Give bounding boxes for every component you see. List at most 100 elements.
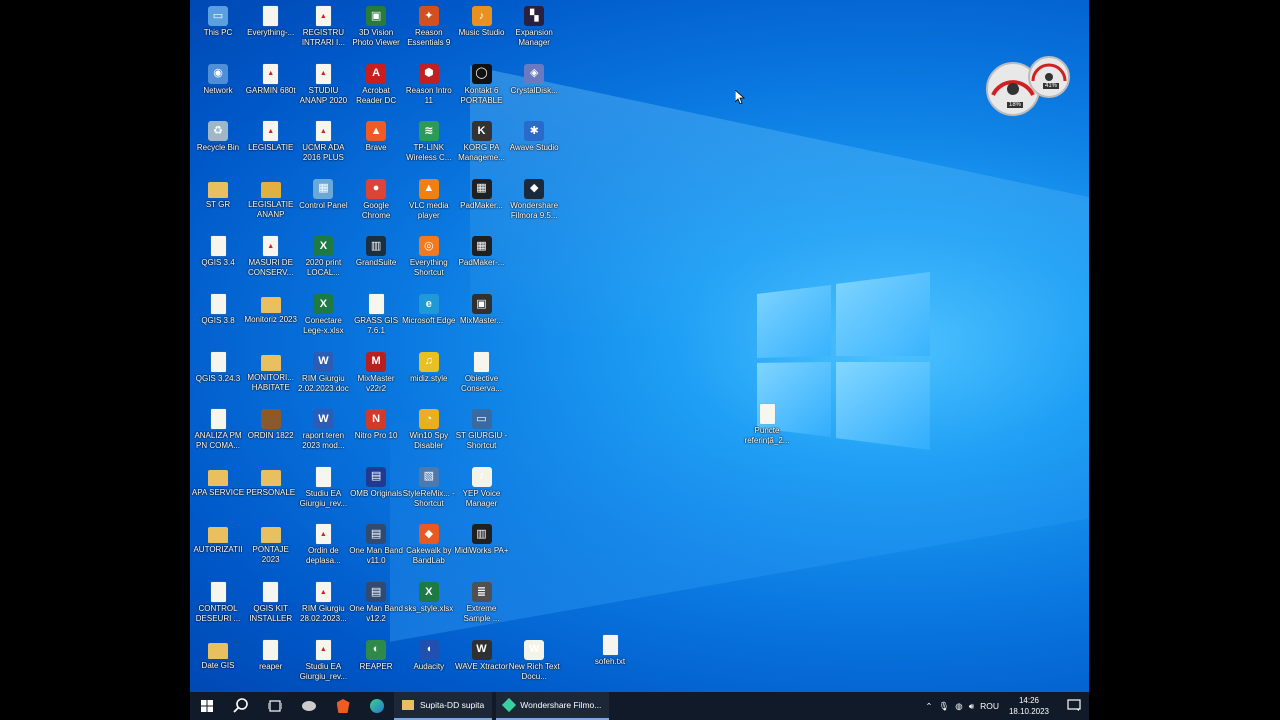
edge-taskbar-button[interactable]	[360, 692, 394, 720]
desktop-icon[interactable]: Wraport teren 2023 mod...	[295, 403, 351, 461]
desktop-icon[interactable]: ✱ Awave Studio	[506, 115, 562, 173]
desktop-icon[interactable]: ORDIN 1822	[243, 403, 299, 461]
desktop-icon[interactable]: ▲ REGISTRU INTRARI I...	[295, 0, 351, 58]
desktop-icon[interactable]: ▭ ST GIURGIU - Shortcut	[454, 403, 510, 461]
taskbar-app-explorer[interactable]: Supita-DD supita	[394, 692, 493, 720]
desktop-icon[interactable]: Xsks_style.xlsx	[401, 576, 457, 634]
desktop-icon[interactable]: Monitoriz 2023	[243, 288, 299, 346]
taskbar-app-filmora[interactable]: Wondershare Filmo...	[496, 692, 610, 720]
desktop-icon[interactable]: W WAVE Xtractor	[454, 634, 510, 692]
desktop-icon[interactable]: ◈ CrystalDisk...	[506, 58, 562, 116]
desktop-icon[interactable]: ▭ This PC	[190, 0, 246, 58]
volume-icon[interactable]: 🔊︎	[969, 701, 974, 712]
desktop-icon[interactable]: QGIS 3.24.3	[190, 346, 246, 404]
desktop-icon[interactable]: ▲ RIM Giurgiu 28.02.2023...	[295, 576, 351, 634]
desktop-icon[interactable]: CONTROL DESEURI ...	[190, 576, 246, 634]
desktop-icon[interactable]: ST GR	[190, 173, 246, 231]
desktop-icon[interactable]: N Nitro Pro 10	[348, 403, 404, 461]
desktop-icon[interactable]: Everything-...	[243, 0, 299, 58]
desktop-icon[interactable]: ▣ MixMaster...	[454, 288, 510, 346]
chevron-up-icon[interactable]: ⌃	[925, 701, 932, 712]
desktop-icon[interactable]: ≋ TP-LINK Wireless C...	[401, 115, 457, 173]
brave-taskbar-button[interactable]	[326, 692, 360, 720]
search-button[interactable]	[224, 692, 258, 720]
desktop-icon[interactable]: ▥ MidiWorks PA+	[454, 518, 510, 576]
desktop-icon[interactable]: M MixMaster v22r2	[348, 346, 404, 404]
desktop-icon[interactable]: X 2020 print LOCAL...	[295, 230, 351, 288]
desktop-icon[interactable]: QGIS KIT INSTALLER	[243, 576, 299, 634]
desktop-icon[interactable]: ◔ Win10 Spy Disabler	[401, 403, 457, 461]
desktop-icon-label: Recycle Bin	[196, 143, 240, 153]
desktop-icon[interactable]: ● Google Chrome	[348, 173, 404, 231]
desktop-icon[interactable]: APA SERVICE	[190, 461, 246, 519]
desktop-icon[interactable]: ▦ PadMaker-...	[454, 230, 510, 288]
cpu-meter-gadget[interactable]: 18% 41%	[985, 55, 1075, 117]
desktop-icon[interactable]: ◯ Kontakt 6 PORTABLE	[454, 58, 510, 116]
desktop-icon[interactable]: ▦ PadMaker...	[454, 173, 510, 231]
desktop-icon[interactable]: QGIS 3.8	[190, 288, 246, 346]
desktop-icon-label: raport teren 2023 mod...	[302, 431, 345, 451]
desktop-icon[interactable]: ▣ 3D Vision Photo Viewer	[348, 0, 404, 58]
desktop-icon[interactable]: Studiu EA Giurgiu_rev...	[295, 461, 351, 519]
desktop-icon[interactable]: ▦ Control Panel	[295, 173, 351, 231]
clock[interactable]: 14:26 18.10.2023	[1005, 695, 1053, 717]
tplink-icon: ≋	[418, 121, 439, 142]
desktop-icon[interactable]: ◖ Audacity	[401, 634, 457, 692]
desktop-icon[interactable]: ▲ Brave	[348, 115, 404, 173]
desktop-icon[interactable]: ◆ Wondershare Filmora 9.5...	[506, 173, 562, 231]
desktop-icon[interactable]: ▚ Expansion Manager	[506, 0, 562, 58]
notification-icon[interactable]	[1059, 699, 1089, 713]
desktop-icon[interactable]: ♪ Music Studio	[454, 0, 510, 58]
desktop-icon[interactable]: ▲ UCMR ADA 2016 PLUS	[295, 115, 351, 173]
desktop-icon[interactable]: ◐ REAPER	[348, 634, 404, 692]
desktop-icon[interactable]: W RIM Giurgiu 2.02.2023.doc	[295, 346, 351, 404]
folder-icon	[208, 181, 228, 198]
desktop-icon[interactable]: ▲ GARMIN 680t	[243, 58, 299, 116]
task-view-button[interactable]	[258, 692, 292, 720]
desktop[interactable]: ▭ This PC ◉ Network ♻ Recycle Bin ST GR QGIS 3.…	[190, 0, 1089, 720]
desktop-icon[interactable]: ♪ YEP Voice Manager	[454, 461, 510, 519]
desktop-icon[interactable]: ≣ Extreme Sample ...	[454, 576, 510, 634]
desktop-icon[interactable]: ▲ LEGISLATIE	[243, 115, 299, 173]
desktop-icon[interactable]: ⬢ Reason Intro 11	[401, 58, 457, 116]
desktop-icon[interactable]: ◎ Everything Shortcut	[401, 230, 457, 288]
desktop-icon[interactable]: QGIS 3.4	[190, 230, 246, 288]
desktop-icon[interactable]: ▲ Ordin de deplasa...	[295, 518, 351, 576]
desktop-icon[interactable]: W New Rich Text Docu...	[506, 634, 562, 692]
desktop-icon[interactable]: ♻ Recycle Bin	[190, 115, 246, 173]
desktop-icon[interactable]: ▲ MASURI DE CONSERV...	[243, 230, 299, 288]
desktop-icon[interactable]: sofeh.txt	[582, 629, 638, 687]
network-globe-icon[interactable]: ◍	[955, 701, 962, 712]
desktop-icon[interactable]: Puncte referință_2...	[739, 398, 795, 456]
microphone-icon[interactable]: 🎙︎	[938, 701, 949, 712]
desktop-icon[interactable]: e Microsoft Edge	[401, 288, 457, 346]
desktop-icon[interactable]: MONITORI... HABITATE	[243, 346, 299, 404]
desktop-icon[interactable]: ▤ One Man Band v12.2	[348, 576, 404, 634]
desktop-icon[interactable]: ♫ midiz.style	[401, 346, 457, 404]
desktop-icon[interactable]: Obiective Conserva...	[454, 346, 510, 404]
start-button[interactable]	[190, 692, 224, 720]
desktop-icon[interactable]: ▧ StyleReMix... - Shortcut	[401, 461, 457, 519]
desktop-icon[interactable]: K KORG PA Manageme...	[454, 115, 510, 173]
desktop-icon[interactable]: ▲ Studiu EA Giurgiu_rev...	[295, 634, 351, 692]
desktop-icon[interactable]: ✦ Reason Essentials 9	[401, 0, 457, 58]
desktop-icon[interactable]: Date GIS	[190, 634, 246, 692]
desktop-icon[interactable]: reaper	[243, 634, 299, 692]
desktop-icon[interactable]: ▤ One Man Band v11.0	[348, 518, 404, 576]
desktop-icon[interactable]: PERSONALE	[243, 461, 299, 519]
desktop-icon[interactable]: ▲ VLC media player	[401, 173, 457, 231]
desktop-icon[interactable]: GRASS GIS 7.6.1	[348, 288, 404, 346]
desktop-icon[interactable]: PONTAJE 2023	[243, 518, 299, 576]
desktop-icon[interactable]: ANALIZA PM PN COMA...	[190, 403, 246, 461]
desktop-icon[interactable]: X Conectare Lege-x.xlsx	[295, 288, 351, 346]
desktop-icon[interactable]: ▥ GrandSuite	[348, 230, 404, 288]
desktop-icon[interactable]: AUTORIZATII	[190, 518, 246, 576]
pinned-app-button[interactable]	[292, 692, 326, 720]
desktop-icon[interactable]: ◉ Network	[190, 58, 246, 116]
desktop-icon[interactable]: LEGISLATIE ANANP	[243, 173, 299, 231]
desktop-icon[interactable]: ▤ OMB Originals	[348, 461, 404, 519]
desktop-icon[interactable]: ◆ Cakewalk by BandLab	[401, 518, 457, 576]
desktop-icon[interactable]: A Acrobat Reader DC	[348, 58, 404, 116]
language-indicator[interactable]: ROU	[980, 701, 999, 711]
desktop-icon[interactable]: ▲ STUDIU ANANP 2020	[295, 58, 351, 116]
